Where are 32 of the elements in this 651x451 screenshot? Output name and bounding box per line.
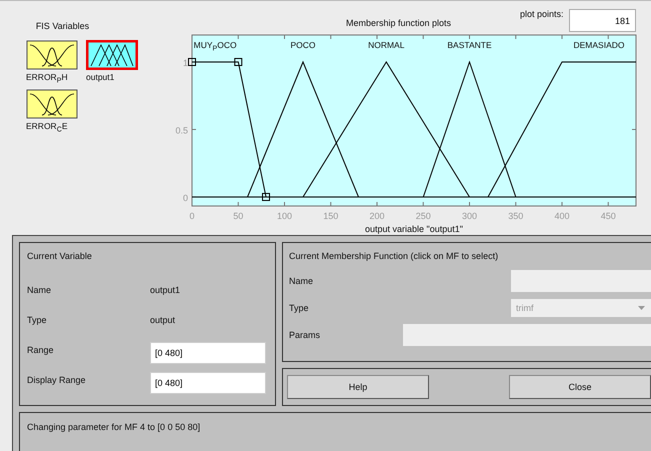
y-tick-label: 0 bbox=[182, 192, 188, 203]
field-value: output bbox=[150, 315, 176, 325]
field-label: Name bbox=[27, 285, 52, 295]
status-text: Changing parameter for MF 4 to [0 0 50 80] bbox=[27, 422, 200, 432]
field-label: Params bbox=[289, 330, 320, 340]
y-tick-label: 1 bbox=[182, 58, 188, 68]
field-value: output1 bbox=[150, 285, 180, 295]
y-tick-label: 0.5 bbox=[175, 125, 188, 136]
variable-label: output1 bbox=[86, 72, 114, 82]
x-tick-label: 100 bbox=[276, 211, 292, 221]
x-tick-label: 300 bbox=[462, 211, 478, 221]
variable-label: ERROR$_{C}$E bbox=[26, 120, 68, 134]
field-label: Type bbox=[27, 315, 48, 325]
x-tick-label: 450 bbox=[600, 211, 616, 221]
x-tick-label: 0 bbox=[190, 211, 194, 221]
x-tick-label: 200 bbox=[369, 211, 385, 221]
variable-label: ERROR$_{P}$H bbox=[26, 72, 68, 85]
panel-title: FIS Variables bbox=[34, 21, 90, 31]
x-tick-label: 150 bbox=[323, 211, 338, 221]
plot-title: Membership function plots bbox=[346, 18, 452, 28]
x-tick-label: 350 bbox=[508, 211, 524, 221]
field-label: Type bbox=[289, 302, 309, 312]
field-label: Range bbox=[27, 345, 55, 355]
panel-title: Current Membership Function (click on MF to select) bbox=[289, 251, 500, 261]
plot-points-label: plot points: bbox=[520, 9, 564, 19]
x-tick-label: 400 bbox=[554, 211, 570, 221]
field-label: Display Range bbox=[27, 375, 87, 385]
field-label: Name bbox=[289, 276, 314, 286]
x-axis-label: output variable "output1" bbox=[365, 224, 463, 234]
x-tick-label: 250 bbox=[416, 211, 431, 221]
x-tick-label: 50 bbox=[233, 211, 244, 221]
panel-title: Current Variable bbox=[27, 251, 93, 261]
